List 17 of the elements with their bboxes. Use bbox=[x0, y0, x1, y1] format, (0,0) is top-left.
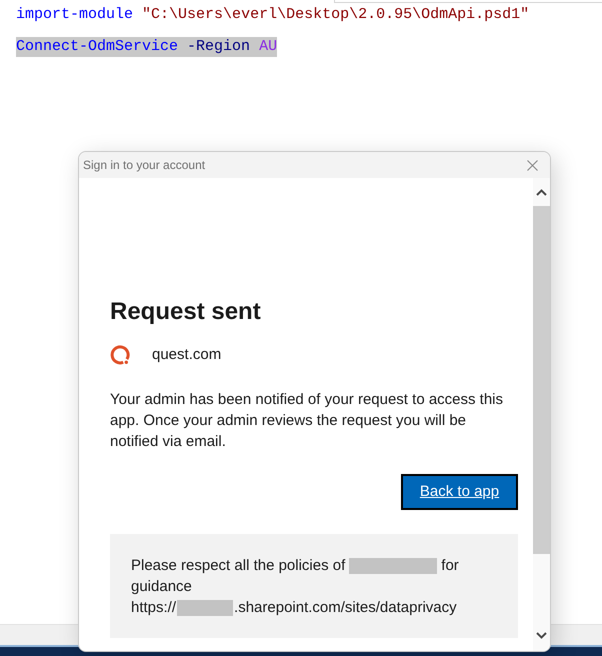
back-to-app-button[interactable]: Back to app bbox=[401, 474, 518, 510]
ring-logo-icon bbox=[110, 345, 130, 365]
scrollbar-thumb[interactable] bbox=[533, 206, 550, 554]
brand-domain: quest.com bbox=[152, 345, 222, 365]
notice-text: .sharepoint.com/sites/dataprivacy bbox=[234, 598, 457, 618]
notice-text: https:// bbox=[131, 598, 176, 618]
chevron-down-icon[interactable] bbox=[536, 632, 547, 639]
dialog-heading: Request sent bbox=[110, 297, 261, 327]
chevron-up-icon[interactable] bbox=[536, 188, 547, 196]
dialog-title: Sign in to your account bbox=[83, 157, 206, 174]
code-line: import-module "C:\Users\everl\Desktop\2.0.95\OdmApi.psd1" bbox=[16, 5, 530, 25]
redaction-block bbox=[177, 600, 234, 616]
request-message: Your admin has been notified of your request to access this app. Once your admin reviews the request you will be notified via email. bbox=[110, 390, 504, 452]
notice-text: guidance bbox=[131, 577, 192, 597]
notice-text: for bbox=[441, 556, 459, 576]
close-icon[interactable] bbox=[527, 160, 538, 170]
notice-text: Please respect all the policies of bbox=[131, 556, 346, 576]
